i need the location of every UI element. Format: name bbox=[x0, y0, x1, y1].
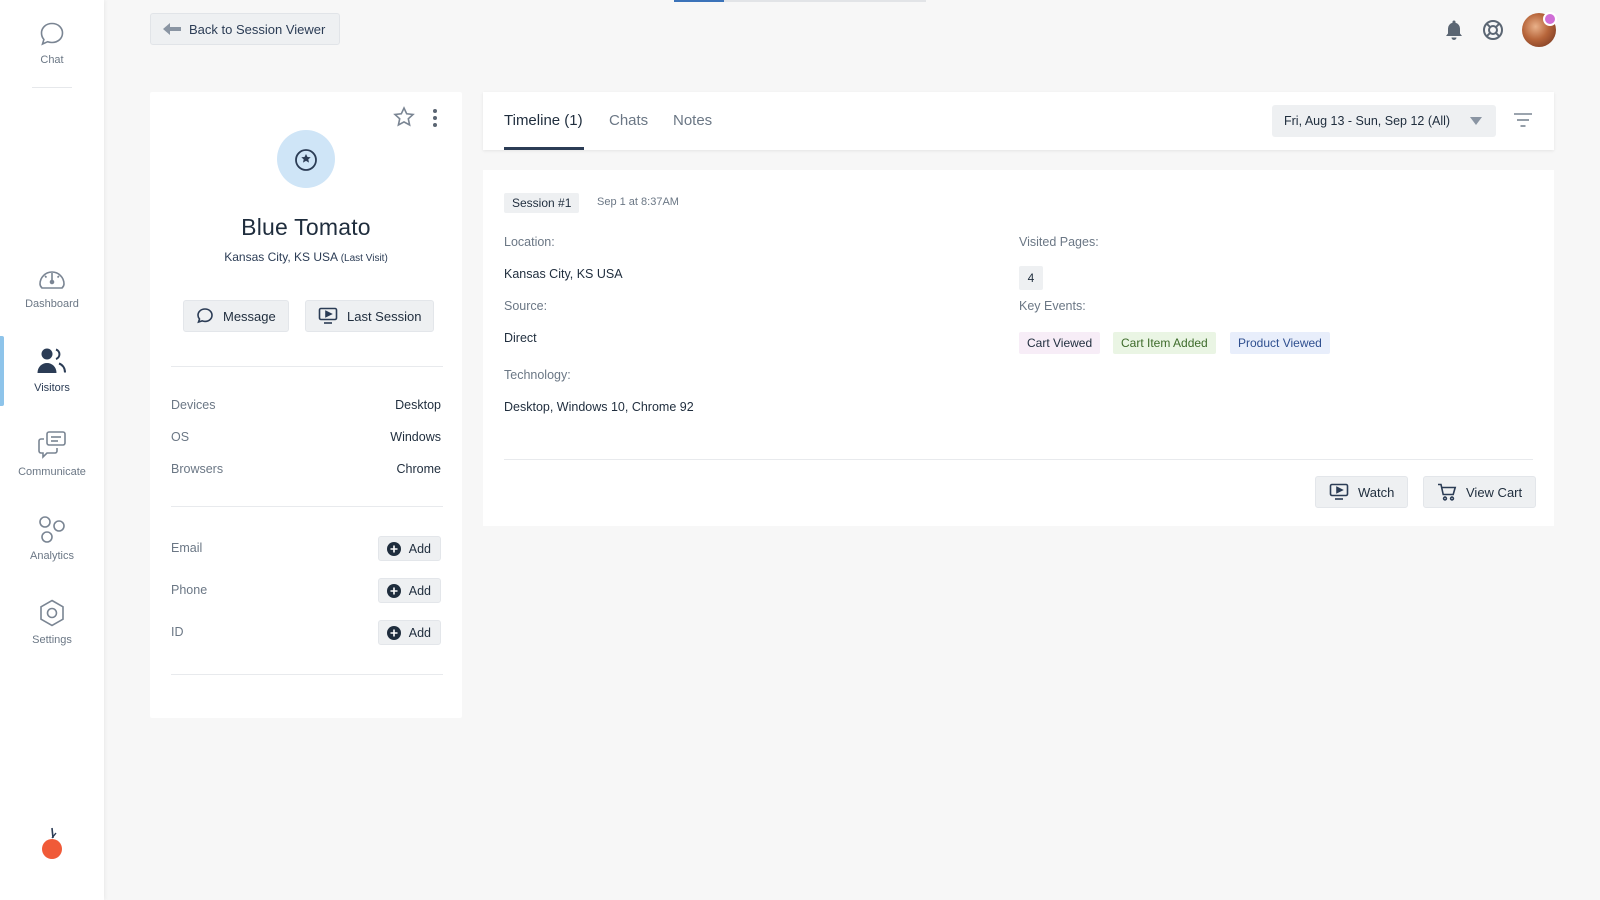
watch-button[interactable]: Watch bbox=[1315, 476, 1409, 508]
browsers-value: Chrome bbox=[396, 462, 441, 476]
browsers-label: Browsers bbox=[171, 462, 224, 476]
sidebar-item-label: Analytics bbox=[29, 550, 75, 562]
session-time: Sep 1 at 8:37AM bbox=[597, 196, 679, 208]
tab-timeline[interactable]: Timeline (1) bbox=[504, 112, 583, 129]
location-value: Kansas City, KS USA bbox=[504, 267, 623, 281]
visited-pages-label: Visited Pages: bbox=[1019, 235, 1099, 249]
star-icon[interactable] bbox=[393, 106, 415, 128]
date-range-select[interactable]: Fri, Aug 13 - Sun, Sep 12 (All) bbox=[1272, 105, 1496, 137]
visitor-location-text: Kansas City, KS USA bbox=[224, 250, 338, 264]
visitor-profile-card: Blue Tomato Kansas City, KS USA (Last Vi… bbox=[150, 92, 462, 718]
divider bbox=[171, 366, 443, 367]
visitor-location-note: (Last Visit) bbox=[340, 253, 388, 264]
cart-icon bbox=[1438, 483, 1457, 501]
divider bbox=[504, 459, 1533, 460]
plus-circle-icon bbox=[386, 541, 401, 556]
view-cart-button-label: View Cart bbox=[1466, 484, 1523, 500]
email-label: Email bbox=[171, 541, 203, 555]
bell-icon[interactable] bbox=[1444, 19, 1464, 41]
add-email-button[interactable]: Add bbox=[377, 536, 441, 561]
divider bbox=[171, 506, 443, 507]
help-lifebuoy-icon[interactable] bbox=[1482, 19, 1504, 41]
sidebar-item-label: Communicate bbox=[18, 466, 86, 478]
filter-icon[interactable] bbox=[1513, 112, 1533, 128]
sidebar-item-communicate[interactable]: Communicate bbox=[0, 430, 104, 478]
os-label: OS bbox=[171, 430, 190, 444]
top-right-actions bbox=[1444, 12, 1557, 47]
message-button-label: Message bbox=[223, 308, 276, 324]
view-cart-button[interactable]: View Cart bbox=[1423, 476, 1537, 508]
add-email-label: Add bbox=[408, 541, 431, 556]
technology-label: Technology: bbox=[504, 368, 571, 382]
chat-bubble-icon bbox=[40, 22, 64, 46]
event-tag-cart-viewed: Cart Viewed bbox=[1019, 332, 1101, 354]
event-tag-product-viewed: Product Viewed bbox=[1230, 332, 1330, 354]
sidebar-item-dashboard[interactable]: Dashboard bbox=[0, 262, 104, 310]
event-tag-cart-item-added: Cart Item Added bbox=[1113, 332, 1216, 354]
last-session-button[interactable]: Last Session bbox=[305, 300, 435, 332]
sidebar-item-settings[interactable]: Settings bbox=[0, 598, 104, 646]
sidebar-item-label: Dashboard bbox=[25, 298, 79, 310]
id-label: ID bbox=[171, 625, 184, 639]
watch-button-label: Watch bbox=[1358, 484, 1395, 500]
back-button-label: Back to Session Viewer bbox=[189, 21, 326, 37]
sidebar-item-analytics[interactable]: Analytics bbox=[0, 514, 104, 562]
people-icon bbox=[37, 348, 66, 373]
active-tab-indicator bbox=[504, 147, 584, 150]
add-phone-label: Add bbox=[408, 583, 431, 598]
session-card: Session #1 Sep 1 at 8:37AM Location: Kan… bbox=[483, 170, 1554, 526]
sidebar-item-visitors[interactable]: Visitors bbox=[0, 336, 104, 406]
analytics-circles-icon bbox=[39, 516, 65, 543]
visitor-name: Blue Tomato bbox=[241, 214, 371, 240]
session-badge: Session #1 bbox=[504, 193, 580, 213]
technology-value: Desktop, Windows 10, Chrome 92 bbox=[504, 400, 694, 414]
page-loading-indicator bbox=[674, 0, 926, 2]
source-label: Source: bbox=[504, 299, 548, 313]
tomato-avatar-icon bbox=[295, 149, 317, 171]
message-button[interactable]: Message bbox=[183, 300, 289, 332]
back-to-session-viewer-button[interactable]: Back to Session Viewer bbox=[150, 13, 341, 45]
sidebar-item-chat[interactable]: Chat bbox=[0, 20, 104, 66]
tomato-logo-icon[interactable] bbox=[40, 824, 64, 867]
os-value: Windows bbox=[390, 430, 441, 444]
plus-circle-icon bbox=[386, 583, 401, 598]
tab-notes[interactable]: Notes bbox=[673, 112, 712, 129]
add-id-label: Add bbox=[408, 625, 431, 640]
sidebar-item-label: Chat bbox=[40, 54, 64, 66]
visitor-avatar bbox=[277, 130, 335, 188]
sidebar-item-label: Settings bbox=[32, 634, 72, 646]
timeline-tabbar: Timeline (1) Chats Notes Fri, Aug 13 - S… bbox=[483, 92, 1554, 150]
source-value: Direct bbox=[504, 331, 537, 345]
devices-value: Desktop bbox=[395, 398, 441, 412]
user-avatar[interactable] bbox=[1522, 12, 1557, 47]
key-events-label: Key Events: bbox=[1019, 299, 1086, 313]
sidebar: Chat Dashboard Visitors Communicate Anal… bbox=[0, 0, 104, 900]
last-session-button-label: Last Session bbox=[347, 308, 422, 324]
arrow-left-icon bbox=[163, 23, 181, 35]
speedometer-icon bbox=[39, 271, 65, 289]
visitor-location: Kansas City, KS USA (Last Visit) bbox=[150, 250, 462, 264]
tab-chats[interactable]: Chats bbox=[609, 112, 648, 129]
chat-bubble-icon bbox=[197, 308, 213, 324]
visited-pages-count: 4 bbox=[1019, 266, 1043, 290]
plus-circle-icon bbox=[386, 625, 401, 640]
play-screen-icon bbox=[1329, 483, 1349, 500]
sidebar-divider bbox=[32, 87, 72, 88]
location-label: Location: bbox=[504, 235, 555, 249]
caret-down-icon bbox=[1470, 117, 1482, 125]
sidebar-item-label: Visitors bbox=[34, 382, 70, 394]
add-phone-button[interactable]: Add bbox=[377, 578, 441, 603]
messages-icon bbox=[38, 431, 66, 459]
add-id-button[interactable]: Add bbox=[377, 620, 441, 645]
date-range-value: Fri, Aug 13 - Sun, Sep 12 (All) bbox=[1284, 114, 1451, 128]
devices-label: Devices bbox=[171, 398, 216, 412]
more-options-icon[interactable] bbox=[432, 108, 438, 128]
hexagon-gear-icon bbox=[40, 599, 64, 627]
phone-label: Phone bbox=[171, 583, 208, 597]
play-screen-icon bbox=[318, 307, 338, 324]
divider bbox=[171, 674, 443, 675]
